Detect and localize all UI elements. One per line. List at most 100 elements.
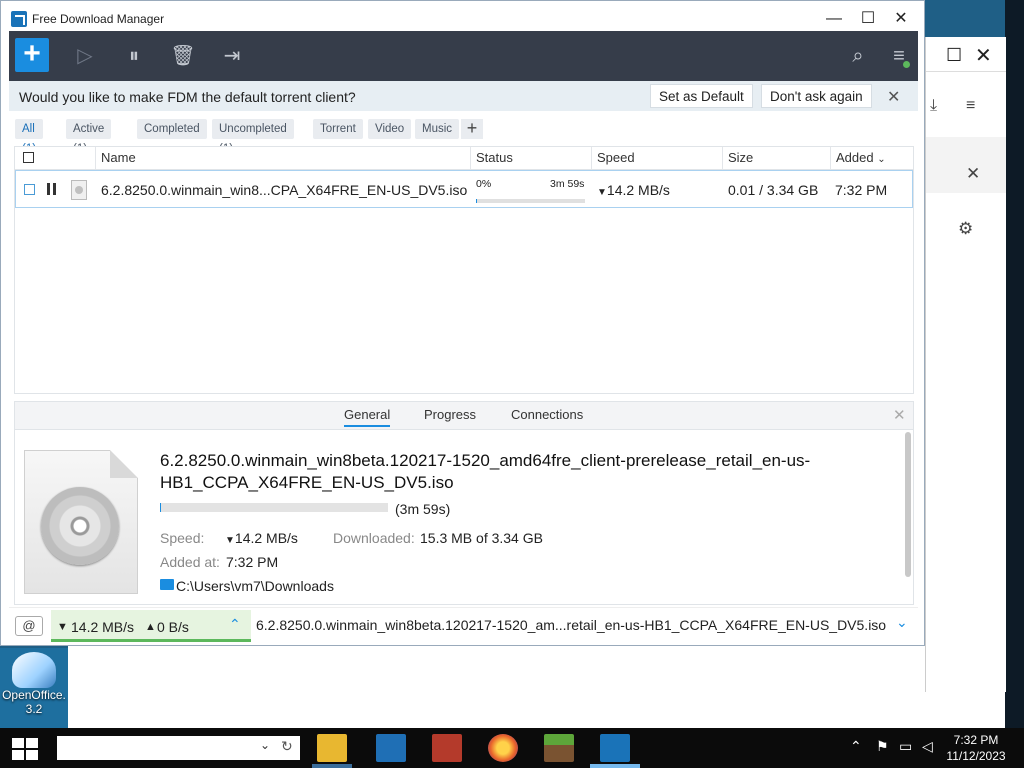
default-client-banner: Would you like to make FDM the default t… xyxy=(9,81,918,111)
network-icon[interactable]: ▭ xyxy=(899,738,912,755)
chevron-up-icon[interactable]: ⌃ xyxy=(229,616,241,633)
chevron-down-icon[interactable]: ⌄ xyxy=(896,614,908,631)
column-speed[interactable]: Speed xyxy=(597,150,635,165)
banner-text: Would you like to make FDM the default t… xyxy=(19,89,356,105)
control-panel-icon[interactable] xyxy=(376,734,406,762)
status-bar: @ ▼ 14.2 MB/s ▲ 0 B/s ⌃ 6.2.8250.0.winma… xyxy=(9,607,918,644)
search-button[interactable]: ⌕ xyxy=(844,43,872,69)
pause-button[interactable]: ⏸ xyxy=(120,43,148,69)
details-close-icon[interactable]: ✕ xyxy=(893,406,906,424)
down-arrow-icon: ▼ xyxy=(597,187,607,198)
row-checkbox[interactable] xyxy=(24,184,35,195)
filter-active[interactable]: Active (1) xyxy=(66,119,112,155)
details-progress-bar xyxy=(160,503,388,512)
filter-completed[interactable]: Completed xyxy=(137,119,207,139)
pause-icon[interactable] xyxy=(47,183,57,195)
set-as-default-button[interactable]: Set as Default xyxy=(650,84,753,108)
taskbar-time: 7:32 PM xyxy=(953,733,999,747)
details-scrollbar[interactable] xyxy=(905,432,911,577)
close-button[interactable]: ✕ xyxy=(884,5,918,33)
select-all-checkbox[interactable] xyxy=(23,152,34,163)
add-download-button[interactable]: + xyxy=(15,38,49,72)
close-icon[interactable]: ✕ xyxy=(975,43,992,68)
filter-torrent[interactable]: Torrent xyxy=(313,119,363,139)
taskbar-date: 11/12/2023 xyxy=(946,749,1006,763)
maximize-icon[interactable]: ☐ xyxy=(946,45,962,66)
move-to-folder-button[interactable]: ⇥ xyxy=(218,43,246,69)
minecraft-icon[interactable] xyxy=(544,734,574,762)
delete-button[interactable]: 🗑 xyxy=(169,43,197,69)
minimize-button[interactable]: — xyxy=(817,5,851,33)
row-speed: ▼14.2 MB/s xyxy=(597,182,670,198)
details-tabs: General Progress Connections ✕ xyxy=(15,402,913,430)
column-name[interactable]: Name xyxy=(101,150,136,165)
row-status-percent: 0% xyxy=(476,178,492,190)
search-input[interactable]: ⌄ ↻ xyxy=(57,736,300,760)
column-status[interactable]: Status xyxy=(476,150,513,165)
iso-file-icon xyxy=(71,180,87,200)
column-size[interactable]: Size xyxy=(728,150,753,165)
desktop-icon-label: OpenOffice. xyxy=(2,688,66,702)
download-folder-link[interactable]: C:\Users\vm7\Downloads xyxy=(176,578,334,594)
desktop-icon-label-version: 3.2 xyxy=(25,702,43,716)
snail-mode-icon[interactable]: @ xyxy=(15,616,43,636)
filter-all[interactable]: All (1) xyxy=(15,119,44,155)
filter-music[interactable]: Music xyxy=(415,119,460,139)
column-added-label: Added xyxy=(836,150,874,165)
speed-value-text: 14.2 MB/s xyxy=(234,530,298,546)
banner-close-icon[interactable]: ✕ xyxy=(887,87,900,107)
up-arrow-icon: ▲ xyxy=(145,621,156,633)
refresh-icon[interactable]: ↻ xyxy=(281,738,293,755)
table-row[interactable]: 6.2.8250.0.winmain_win8...CPA_X64FRE_EN-… xyxy=(15,170,913,208)
sort-desc-icon: ⌄ xyxy=(877,154,886,165)
add-filter-button[interactable]: + xyxy=(461,119,483,139)
gear-icon[interactable]: ⚙ xyxy=(958,219,973,239)
download-icon[interactable]: ⤓ xyxy=(930,97,937,115)
tab-progress[interactable]: Progress xyxy=(424,407,476,422)
close-icon[interactable]: ✕ xyxy=(966,164,980,184)
filter-video[interactable]: Video xyxy=(368,119,412,139)
folder-icon xyxy=(160,579,174,590)
fdm-window: Free Download Manager — ☐ ✕ + ▷ ⏸ 🗑 ⇥ ⌕ … xyxy=(0,0,925,646)
details-eta: (3m 59s) xyxy=(395,501,451,517)
row-size: 0.01 / 3.34 GB xyxy=(728,182,819,198)
windows-start-icon[interactable] xyxy=(12,738,40,760)
row-progress-bar xyxy=(476,199,585,203)
fdm-taskbar-icon[interactable] xyxy=(600,734,630,762)
toolbar: + ▷ ⏸ 🗑 ⇥ ⌕ ≡ xyxy=(9,31,918,81)
resume-button[interactable]: ▷ xyxy=(71,43,99,69)
status-current-file[interactable]: 6.2.8250.0.winmain_win8beta.120217-1520_… xyxy=(256,617,886,633)
row-speed-value: 14.2 MB/s xyxy=(606,182,670,198)
status-up-speed: 0 B/s xyxy=(157,619,189,635)
menu-icon[interactable]: ≡ xyxy=(966,97,975,115)
maximize-button[interactable]: ☐ xyxy=(851,5,885,33)
tab-general[interactable]: General xyxy=(344,407,391,427)
taskbar-clock[interactable]: 7:32 PM 11/12/2023 xyxy=(945,732,1007,764)
filter-uncompleted[interactable]: Uncompleted (1) xyxy=(212,119,294,155)
volume-icon[interactable]: ◁ xyxy=(922,738,933,755)
background-window: ☐ ✕ ⤓ ≡ ✕ ⚙ xyxy=(925,37,1006,692)
status-down-speed: 14.2 MB/s xyxy=(71,619,135,635)
details-file-name: 6.2.8250.0.winmain_win8beta.120217-1520_… xyxy=(160,451,811,492)
down-arrow-icon: ▼ xyxy=(225,535,235,546)
chevron-down-icon[interactable]: ⌄ xyxy=(260,738,270,752)
show-hidden-icons-chevron-icon[interactable]: ⌃ xyxy=(850,738,862,755)
speed-summary[interactable]: ▼ 14.2 MB/s ▲ 0 B/s ⌃ xyxy=(51,610,251,642)
table-header: Name Status Speed Size Added ⌄ xyxy=(15,147,913,170)
down-arrow-icon: ▼ xyxy=(57,621,68,633)
toolbox-icon[interactable] xyxy=(432,734,462,762)
column-added[interactable]: Added ⌄ xyxy=(836,150,886,165)
desktop-icon-openoffice[interactable]: OpenOffice. 3.2 xyxy=(0,648,68,728)
row-name: 6.2.8250.0.winmain_win8...CPA_X64FRE_EN-… xyxy=(101,182,468,198)
row-status-eta: 3m 59s xyxy=(550,178,585,190)
fdm-app-icon xyxy=(11,11,27,27)
openoffice-icon xyxy=(12,652,56,688)
file-explorer-icon[interactable] xyxy=(317,734,347,762)
taskbar: ⌄ ↻ ⌃ ⚑ ▭ ◁ 7:32 PM 11/12/2023 xyxy=(0,728,1024,768)
downloaded-label: Downloaded: xyxy=(333,530,415,546)
flag-icon[interactable]: ⚑ xyxy=(876,738,889,755)
dont-ask-again-button[interactable]: Don't ask again xyxy=(761,84,872,108)
firefox-icon[interactable] xyxy=(488,734,518,762)
added-at-label: Added at: xyxy=(160,554,220,570)
tab-connections[interactable]: Connections xyxy=(511,407,583,422)
